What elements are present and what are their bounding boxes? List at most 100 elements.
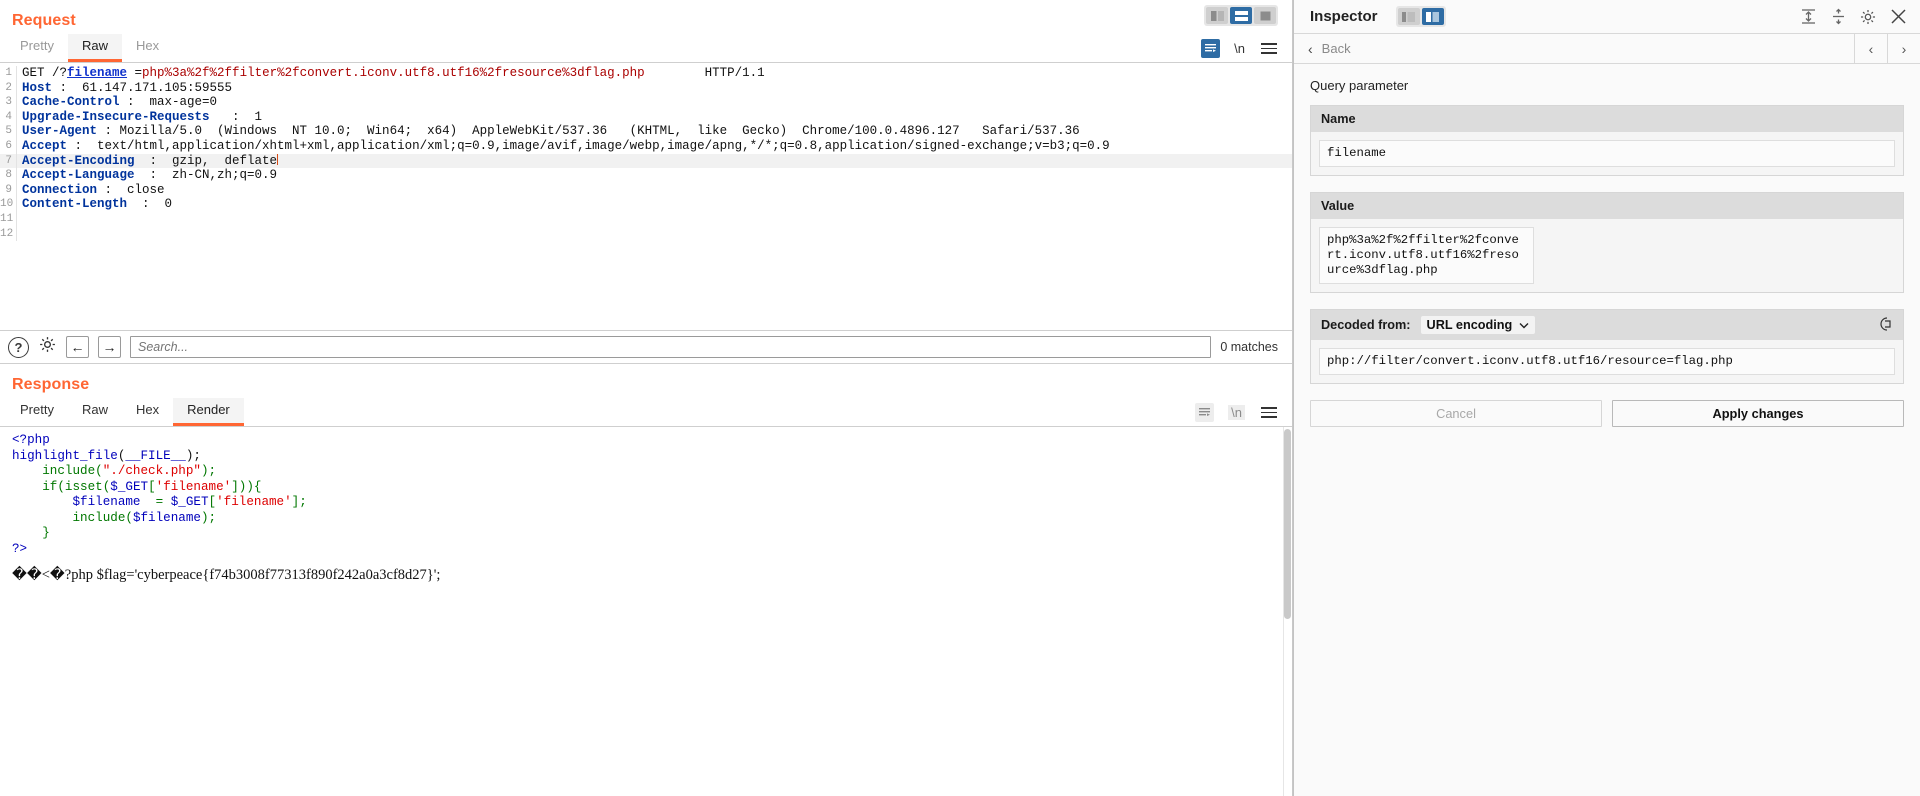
single-view-button[interactable] [1254, 7, 1276, 24]
inspector-back-button[interactable]: ‹ Back [1294, 34, 1854, 63]
request-editor-toolbar: \n [1201, 39, 1292, 62]
close-icon[interactable] [1888, 7, 1908, 27]
php-token [12, 495, 72, 509]
code-token: Accept-Language [22, 168, 135, 183]
tab-request-hex[interactable]: Hex [122, 34, 173, 62]
request-line: 12 [0, 226, 1292, 242]
parameter-name-field[interactable]: filename [1319, 140, 1895, 167]
apply-changes-button[interactable]: Apply changes [1612, 400, 1904, 427]
decoded-card-body: php://filter/convert.iconv.utf8.utf16/re… [1311, 340, 1903, 383]
request-line-text: Accept-Language : zh-CN,zh;q=0.9 [17, 168, 277, 183]
gear-icon[interactable] [38, 335, 57, 359]
line-number: 2 [0, 80, 17, 96]
request-line: 8 Accept-Language : zh-CN,zh;q=0.9 [0, 168, 1292, 183]
tab-response-hex[interactable]: Hex [122, 398, 173, 426]
response-scrollbar[interactable] [1283, 427, 1292, 796]
flag-output-line: ��<�?php $flag='cyberpeace{f74b3008f7731… [12, 567, 441, 583]
request-line: 3 Cache-Control : max-age=0 [0, 95, 1292, 110]
request-code-area: 1 GET /?filename =php%3a%2f%2ffilter%2fco… [0, 63, 1292, 242]
response-render-area[interactable]: <?php highlight_file(__FILE__); include("… [0, 426, 1292, 796]
response-scrollbar-thumb[interactable] [1284, 429, 1291, 619]
tab-response-pretty[interactable]: Pretty [6, 398, 68, 426]
gear-icon[interactable] [1858, 7, 1878, 27]
query-parameter-label: Query parameter [1310, 78, 1409, 93]
tab-response-raw[interactable]: Raw [68, 398, 122, 426]
search-prev-button[interactable]: ← [66, 336, 89, 358]
inspector-prev-button[interactable]: ‹ [1854, 34, 1887, 63]
split-vertical-view-button[interactable] [1206, 7, 1228, 24]
code-token: : gzip, deflate [134, 153, 278, 168]
php-token: $filename [132, 510, 201, 525]
request-line-text: Accept : text/html,application/xhtml+xml… [17, 139, 1110, 154]
php-code-line: $filename = $_GET['filename']; [12, 495, 1292, 511]
value-card-header: Value [1311, 193, 1903, 219]
collapse-all-icon[interactable] [1828, 7, 1848, 27]
encoding-select[interactable]: URL encoding [1420, 316, 1536, 334]
code-token: Upgrade-Insecure-Requests [22, 109, 210, 124]
response-menu-icon[interactable] [1259, 403, 1278, 422]
request-menu-icon[interactable] [1259, 39, 1278, 58]
php-token: [ [148, 479, 156, 494]
show-newlines-icon[interactable]: \n [1234, 41, 1245, 56]
response-show-newlines-icon[interactable]: \n [1228, 405, 1245, 420]
name-card-header: Name [1311, 106, 1903, 132]
code-token: : zh-CN,zh;q=0.9 [134, 168, 278, 183]
php-token: 'filename' [155, 479, 232, 494]
line-number: 4 [0, 109, 17, 125]
request-header: Request [0, 0, 1292, 34]
request-view-toggle-group[interactable] [1204, 5, 1278, 26]
inspector-layout-toggle-group[interactable] [1395, 6, 1446, 27]
expand-all-icon[interactable] [1798, 7, 1818, 27]
code-token: : text/html,application/xhtml+xml,applic… [67, 138, 1110, 153]
value-card: Value php%3a%2f%2ffilter%2fconvert.iconv… [1310, 192, 1904, 293]
line-number: 12 [0, 226, 17, 242]
php-token: ]; [291, 495, 307, 509]
php-code-line: include("./check.php"); [12, 464, 1292, 480]
inspector-dock-right-button[interactable] [1421, 8, 1444, 25]
request-line-text [17, 227, 22, 242]
request-line: 5 User-Agent : Mozilla/5.0 (Windows NT 10… [0, 124, 1292, 139]
request-line-text: Host : 61.147.171.105:59555 [17, 81, 232, 96]
request-line: 7 Accept-Encoding : gzip, deflate [0, 153, 1292, 169]
php-token: "./check.php" [102, 464, 201, 478]
code-token: Cache-Control [22, 95, 120, 110]
search-next-button[interactable]: → [98, 336, 121, 358]
code-token: : max-age=0 [119, 95, 218, 110]
tab-request-pretty[interactable]: Pretty [6, 34, 68, 62]
inspector-dock-left-button[interactable] [1397, 8, 1420, 25]
php-token: ); [200, 464, 217, 478]
inspector-next-button[interactable]: › [1887, 34, 1920, 63]
name-card-body: filename [1311, 132, 1903, 175]
cancel-button[interactable]: Cancel [1310, 400, 1602, 427]
decoded-value-field[interactable]: php://filter/convert.iconv.utf8.utf16/re… [1319, 348, 1895, 375]
php-token: ( [95, 464, 103, 478]
code-token: Host [22, 80, 53, 95]
copy-icon[interactable] [1879, 316, 1893, 334]
help-icon[interactable]: ? [8, 336, 29, 358]
line-number: 6 [0, 138, 17, 154]
php-token: if [42, 479, 58, 494]
php-token: ])){ [231, 479, 262, 494]
request-editor[interactable]: 1 GET /?filename =php%3a%2f%2ffilter%2fco… [0, 62, 1292, 330]
response-editor-toolbar: \n [1195, 403, 1292, 426]
code-token: filename [67, 66, 128, 80]
request-line-text [17, 212, 22, 227]
code-token: Connection [22, 182, 98, 197]
php-token: ); [185, 448, 201, 463]
parameter-value-field[interactable]: php%3a%2f%2ffilter%2fconvert.iconv.utf8.… [1319, 227, 1534, 284]
encoding-select-value: URL encoding [1426, 318, 1513, 332]
search-input[interactable] [130, 336, 1212, 358]
request-line: 9 Connection : close [0, 182, 1292, 198]
word-wrap-icon[interactable] [1201, 39, 1221, 58]
tab-request-raw[interactable]: Raw [67, 34, 122, 62]
response-word-wrap-icon[interactable] [1195, 403, 1215, 422]
decoded-card-header: Decoded from: URL encoding [1311, 310, 1903, 340]
tab-response-render[interactable]: Render [173, 398, 244, 426]
line-number: 11 [0, 211, 17, 227]
request-line: 1 GET /?filename =php%3a%2f%2ffilter%2fco… [0, 66, 1292, 81]
inspector-button-row: Cancel Apply changes [1310, 400, 1904, 427]
code-token: php%3a%2f%2ffilter%2fconvert.iconv.utf8.… [142, 66, 645, 80]
response-title: Response [12, 376, 90, 393]
back-label: Back [1321, 41, 1351, 56]
split-horizontal-view-button[interactable] [1230, 7, 1252, 24]
